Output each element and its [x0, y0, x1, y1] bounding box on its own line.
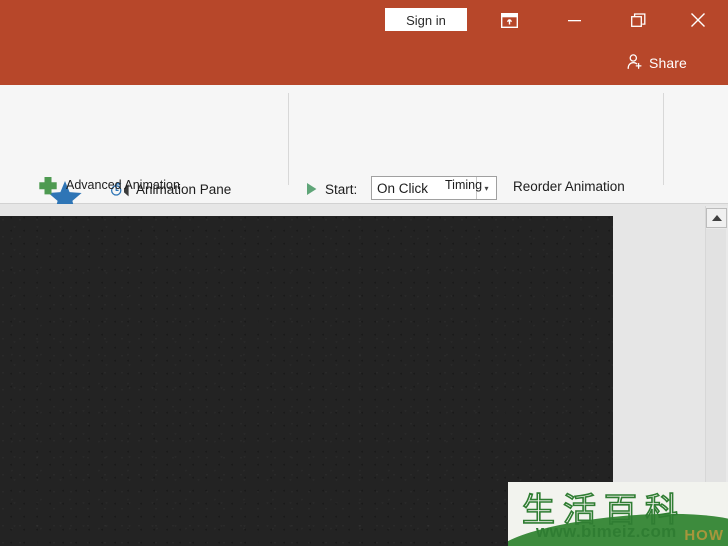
minimize-icon[interactable]: [557, 8, 591, 32]
group-label-timing: Timing: [445, 178, 483, 192]
scroll-up-arrow-icon[interactable]: [706, 208, 727, 228]
group-separator: [663, 93, 664, 185]
start-label: Start:: [325, 181, 358, 197]
restore-icon[interactable]: [621, 8, 655, 32]
group-separator: [288, 93, 289, 185]
ribbon-display-options-icon[interactable]: [492, 8, 526, 32]
powerpoint-window: Sign in Share Animation Pane Start: On C…: [0, 0, 728, 546]
watermark-url: www.bimeiz.com: [536, 522, 677, 541]
share-button[interactable]: Share: [626, 52, 687, 74]
watermark-ghost-text: HOW: [684, 527, 724, 544]
sign-in-button[interactable]: Sign in: [385, 8, 467, 31]
ribbon: Add Animation▾ Animation Pane: [0, 85, 728, 279]
reorder-animation-title: Reorder Animation: [513, 179, 625, 194]
close-icon[interactable]: [681, 8, 715, 32]
group-label-advanced-animation: Advanced Animation: [66, 178, 180, 192]
play-triangle-icon: [302, 180, 320, 198]
title-bar: Sign in Share: [0, 0, 728, 85]
watermark: 生活百科 www.bimeiz.com HOW: [508, 482, 728, 546]
person-add-icon: [626, 53, 644, 74]
share-label: Share: [649, 55, 687, 71]
start-row: Start:: [302, 177, 357, 201]
